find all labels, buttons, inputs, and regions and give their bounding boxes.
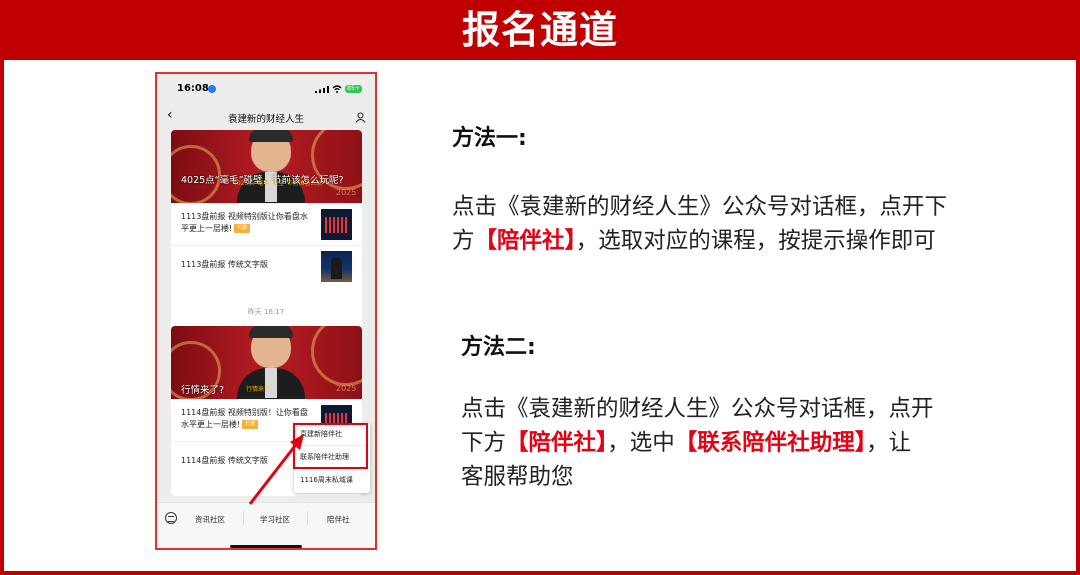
- method-two-line-1: 点击《袁建新的财经人生》公众号对话框，点开: [461, 396, 934, 422]
- article-item[interactable]: 1113盘前报 视频特别版让你看盘水平更上一层楼! 付费: [171, 203, 362, 243]
- method-one-line-1: 点击《袁建新的财经人生》公众号对话框，点开下: [452, 194, 948, 220]
- highlight-contact-assistant: 【联系陪伴社助理】: [674, 430, 867, 456]
- highlight-companion-club: 【陪伴社】: [506, 430, 608, 456]
- article-banner-1[interactable]: 4025点“毫毛”碰壁 节前该怎么玩 4025点“毫毛”碰壁，节前该怎么玩呢? …: [171, 130, 362, 203]
- menu-tab-companion[interactable]: 陪伴社: [327, 514, 350, 525]
- method-two-text: 点击《袁建新的财经人生》公众号对话框，点开 下方【陪伴社】，选中【联系陪伴社助理…: [461, 392, 1061, 494]
- article-banner-2[interactable]: 行情来了 行情来了? 2025: [171, 326, 362, 399]
- article-title: 1113盘前报 传统文字版: [181, 260, 268, 269]
- home-indicator: [230, 545, 302, 548]
- article-item[interactable]: 1113盘前报 传统文字版: [171, 245, 362, 285]
- menu-tab-learning[interactable]: 学习社区: [260, 514, 290, 525]
- banner-caption: 4025点“毫毛”碰壁，节前该怎么玩呢?: [181, 175, 344, 186]
- method-one-title: 方法一:: [452, 126, 527, 151]
- article-thumbnail: [321, 251, 352, 282]
- paid-badge: 付费: [234, 224, 251, 233]
- profile-icon[interactable]: [355, 112, 366, 123]
- signal-icon: [315, 86, 329, 93]
- account-name: 袁建新的财经人生: [227, 114, 304, 125]
- status-bar: 16:08 85+: [157, 74, 375, 104]
- keyboard-toggle-icon[interactable]: [165, 512, 177, 524]
- battery-icon: 85+: [345, 85, 362, 93]
- method-one-text: 点击《袁建新的财经人生》公众号对话框，点开下 方【陪伴社】，选取对应的课程，按提…: [452, 190, 1052, 258]
- banner-year: 2025: [336, 384, 357, 393]
- chat-navbar: ‹ 袁建新的财经人生: [157, 104, 375, 130]
- article-thumbnail: [321, 209, 352, 240]
- menu-tab-news[interactable]: 资讯社区: [195, 514, 225, 525]
- pointer-arrow-icon: [248, 434, 304, 505]
- highlight-companion-club: 【陪伴社】: [474, 228, 576, 254]
- method-two-line-3: 客服帮助您: [461, 464, 574, 490]
- banner-caption: 行情来了?: [181, 385, 225, 396]
- status-time: 16:08: [177, 83, 209, 94]
- location-icon: [208, 85, 216, 93]
- message-timestamp: 昨天 16:17: [247, 308, 285, 316]
- method-two-title: 方法二:: [461, 335, 536, 360]
- banner-year: 2025: [336, 188, 357, 197]
- wifi-icon: [332, 85, 342, 93]
